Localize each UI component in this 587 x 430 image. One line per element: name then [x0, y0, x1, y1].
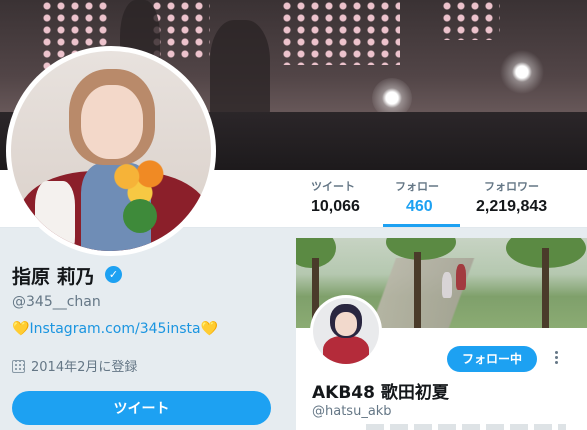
bio-link[interactable]: Instagram.com/345insta — [29, 321, 200, 337]
more-options-icon[interactable] — [553, 350, 559, 368]
user-card-handle[interactable]: @hatsu_akb — [312, 404, 392, 419]
nav-followers-label: フォロワー — [484, 180, 539, 193]
following-button[interactable]: フォロー中 — [447, 346, 537, 372]
nav-followers[interactable]: フォロワー 2,219,843 — [476, 178, 547, 216]
avatar-face — [81, 85, 143, 159]
user-card-bio-cut — [366, 424, 566, 430]
spotlight — [500, 50, 544, 94]
user-card[interactable]: フォロー中 AKB48 歌田初夏 @hatsu_akb — [296, 238, 587, 430]
heart-icon: 💛 — [12, 321, 30, 337]
verified-badge-icon: ✓ — [105, 266, 122, 283]
profile-name[interactable]: 指原 莉乃 — [12, 262, 95, 289]
avatar-fur — [35, 181, 75, 251]
nav-followers-count: 2,219,843 — [476, 198, 548, 215]
stage-lights — [440, 0, 500, 40]
banner-figure — [210, 20, 270, 120]
profile-avatar[interactable] — [6, 46, 216, 256]
profile-bio: 💛Instagram.com/345insta💛 — [12, 321, 218, 337]
avatar-image — [11, 51, 211, 251]
stage-lights — [280, 0, 400, 65]
banner-person — [456, 264, 466, 290]
tree-canopy — [386, 238, 456, 260]
calendar-icon — [12, 360, 25, 373]
tree-trunk — [542, 248, 549, 328]
active-tab-indicator — [383, 224, 460, 227]
nav-tweets-count: 10,066 — [311, 198, 360, 215]
nav-following-label: フォロー — [395, 180, 439, 193]
user-card-avatar[interactable] — [310, 295, 382, 367]
user-card-avatar-image — [313, 298, 379, 364]
banner-path — [356, 258, 526, 328]
avatar-leaves — [123, 199, 157, 233]
heart-icon: 💛 — [200, 321, 219, 337]
tweet-button[interactable]: ツイート — [12, 391, 271, 425]
tree-trunk — [414, 252, 421, 328]
profile-handle[interactable]: @345__chan — [12, 294, 101, 310]
join-date: 2014年2月に登録 — [12, 356, 137, 375]
avatar-uniform — [323, 336, 369, 364]
avatar-face — [335, 312, 357, 336]
user-card-name[interactable]: AKB48 歌田初夏 — [312, 378, 449, 403]
nav-tweets[interactable]: ツイート 10,066 — [311, 178, 360, 216]
nav-following[interactable]: フォロー 460 — [395, 178, 439, 216]
nav-following-count: 460 — [406, 198, 433, 215]
banner-person — [442, 272, 452, 298]
join-date-text: 2014年2月に登録 — [31, 360, 138, 375]
nav-tweets-label: ツイート — [311, 180, 355, 193]
